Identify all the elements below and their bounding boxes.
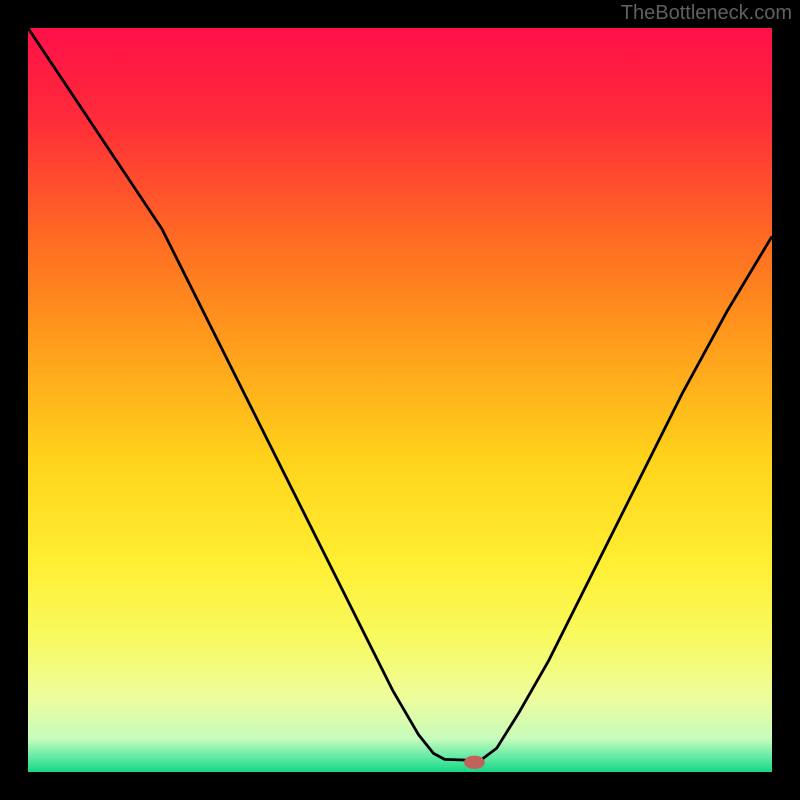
optimal-marker xyxy=(464,756,485,769)
chart-container: TheBottleneck.com xyxy=(0,0,800,800)
bottleneck-chart xyxy=(28,28,772,772)
attribution-label: TheBottleneck.com xyxy=(621,2,792,25)
chart-background xyxy=(28,28,772,772)
